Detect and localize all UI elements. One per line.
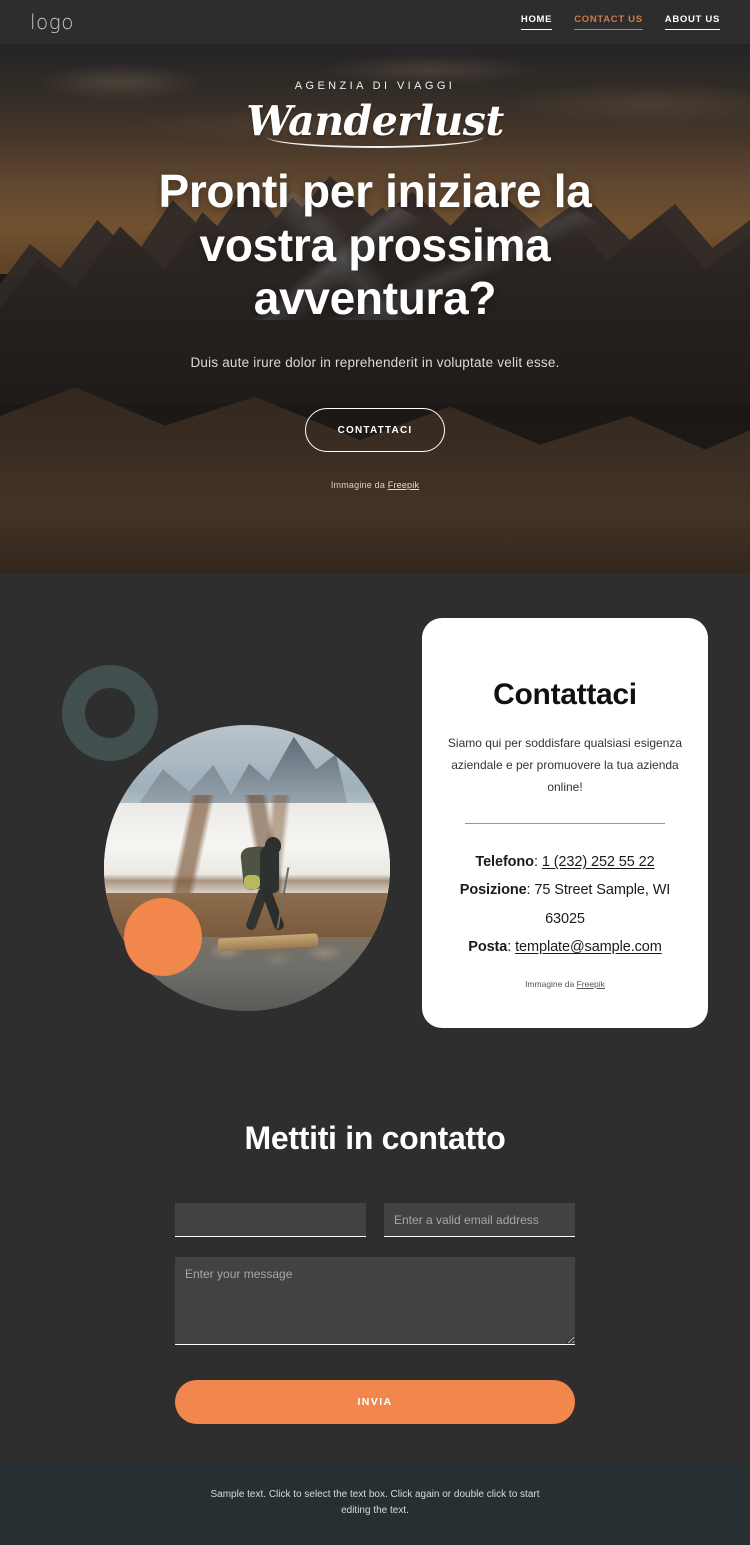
contact-mail-value[interactable]: template@sample.com [515, 939, 662, 955]
contact-mail-label: Posta [468, 938, 508, 955]
contact-card: Contattaci Siamo qui per soddisfare qual… [422, 618, 708, 1028]
email-input[interactable] [384, 1203, 575, 1237]
hiker-bedroll [244, 875, 261, 889]
contact-mail-separator: : [507, 938, 516, 955]
submit-button[interactable]: INVIA [175, 1380, 575, 1424]
hero-credit-link[interactable]: Freepik [388, 480, 419, 490]
photo-hiker [238, 837, 294, 945]
hero-credit-prefix: Immagine da [330, 480, 386, 491]
contact-card-title: Contattaci [493, 678, 637, 711]
hero-content: AGENZIA DI VIAGGI Wanderlust Pronti per … [0, 44, 750, 573]
contact-card-divider [465, 822, 665, 825]
contact-location-row: Posizione: 75 Street Sample, WI 63025 [446, 876, 684, 933]
name-input[interactable] [175, 1203, 366, 1237]
get-in-touch-section: Mettiti in contatto INVIA [0, 1120, 750, 1461]
form-row-top [175, 1203, 575, 1237]
hero-subtitle: Duis aute irure dolor in reprehenderit i… [190, 355, 560, 371]
decorative-dot [124, 898, 202, 976]
hero-section: AGENZIA DI VIAGGI Wanderlust Pronti per … [0, 44, 750, 573]
site-header: logo HOME CONTACT US ABOUT US [0, 0, 750, 44]
hero-cta-button[interactable]: CONTATTACI [305, 408, 445, 453]
form-title: Mettiti in contatto [244, 1120, 506, 1156]
nav-item-contact-us[interactable]: CONTACT US [574, 14, 643, 30]
contact-phone-row: Telefono: 1 (232) 252 55 22 [446, 848, 684, 876]
contact-details: Telefono: 1 (232) 252 55 22 Posizione: 7… [446, 848, 684, 961]
contact-section: Contattaci Siamo qui per soddisfare qual… [0, 573, 750, 1120]
contact-phone-value[interactable]: 1 (232) 252 55 22 [542, 854, 655, 870]
site-footer: Sample text. Click to select the text bo… [0, 1461, 750, 1545]
card-credit-prefix: Immagine da [525, 979, 575, 990]
contact-phone-label: Telefono [475, 854, 534, 871]
hiker-head [265, 837, 282, 854]
hero-eyebrow: AGENZIA DI VIAGGI [294, 80, 456, 92]
contact-form: INVIA [175, 1203, 575, 1424]
card-credit-link[interactable]: Freepik [577, 979, 605, 989]
contact-card-image-credit: Immagine da Freepik [525, 979, 605, 989]
footer-text: Sample text. Click to select the text bo… [210, 1488, 540, 1517]
logo[interactable]: logo [30, 10, 74, 34]
hero-title: Pronti per iniziare la vostra prossima a… [158, 165, 592, 324]
nav-item-home[interactable]: HOME [520, 14, 553, 30]
contact-card-description: Siamo qui per soddisfare qualsiasi esige… [447, 736, 683, 795]
hero-image-credit: Immagine da Freepik [331, 480, 419, 490]
nav-item-about-us[interactable]: ABOUT US [664, 14, 720, 30]
message-textarea[interactable] [175, 1257, 575, 1345]
hero-wordmark: Wanderlust [246, 97, 504, 149]
contact-location-label: Posizione [459, 882, 527, 899]
contact-mail-row: Posta: template@sample.com [446, 933, 684, 961]
contact-location-value: 75 Street Sample, WI 63025 [534, 882, 671, 927]
contact-phone-separator: : [533, 854, 542, 871]
main-navigation: HOME CONTACT US ABOUT US [520, 14, 720, 30]
